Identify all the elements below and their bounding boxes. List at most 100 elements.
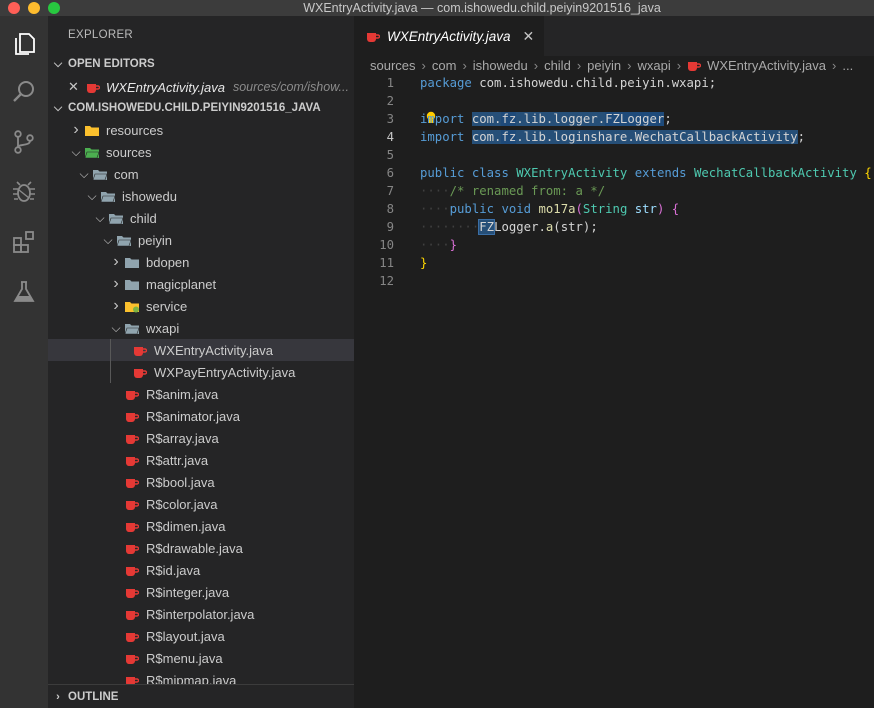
tab-wxentryactivity[interactable]: WXEntryActivity.java ✕ bbox=[354, 16, 544, 56]
files-icon[interactable] bbox=[8, 28, 40, 60]
outline-header[interactable]: › OUTLINE bbox=[48, 684, 354, 708]
breadcrumb-item[interactable]: ishowedu bbox=[473, 58, 528, 73]
source-control-icon[interactable] bbox=[8, 126, 40, 158]
tree-folder-item[interactable]: › resources bbox=[48, 119, 354, 141]
tree-file-item[interactable]: R$id.java bbox=[48, 559, 354, 581]
tree-file-item[interactable]: R$menu.java bbox=[48, 647, 354, 669]
tree-item-label: wxapi bbox=[146, 320, 180, 336]
tree-item-label: resources bbox=[106, 122, 164, 138]
tree-file-item[interactable]: R$animator.java bbox=[48, 405, 354, 427]
testing-icon[interactable] bbox=[8, 276, 40, 308]
chevron-down-icon: ⌵ bbox=[111, 320, 121, 335]
search-icon[interactable] bbox=[8, 76, 40, 108]
open-editors-header[interactable]: ⌵ OPEN EDITORS bbox=[48, 53, 354, 75]
tree-item-label: R$animator.java bbox=[146, 408, 240, 424]
tab-close-icon[interactable]: ✕ bbox=[523, 28, 535, 45]
tree-file-item[interactable]: R$bool.java bbox=[48, 471, 354, 493]
java-file-icon bbox=[124, 453, 140, 467]
line-number: 3 bbox=[386, 112, 394, 126]
line-number: 12 bbox=[379, 274, 394, 288]
code-line: 11} bbox=[354, 254, 874, 272]
code-editor[interactable]: 1 package com.ishowedu.child.peiyin.wxapi… bbox=[354, 74, 874, 290]
title-bar: WXEntryActivity.java — com.ishowedu.chil… bbox=[0, 0, 874, 16]
chevron-right-icon: › bbox=[56, 690, 60, 703]
tab-bar: WXEntryActivity.java ✕ bbox=[354, 16, 874, 56]
tree-file-item[interactable]: R$integer.java bbox=[48, 581, 354, 603]
tree-item-label: R$drawable.java bbox=[146, 540, 243, 556]
tree-folder-item[interactable]: › magicplanet bbox=[48, 273, 354, 295]
breadcrumb-item[interactable]: peiyin bbox=[587, 58, 621, 73]
chevron-right-icon: › bbox=[462, 57, 467, 73]
code-line: 1 package com.ishowedu.child.peiyin.wxapi… bbox=[354, 74, 874, 92]
code-text: ····/* renamed from: a */ bbox=[420, 184, 606, 198]
activity-bar bbox=[0, 16, 48, 708]
tree-file-item[interactable]: R$attr.java bbox=[48, 449, 354, 471]
chevron-down-icon: ⌵ bbox=[103, 232, 113, 247]
java-file-icon bbox=[124, 651, 140, 665]
line-number: 9 bbox=[386, 220, 394, 234]
open-editor-item[interactable]: ✕ WXEntryActivity.java sources/com/ishow… bbox=[48, 76, 354, 98]
tree-file-item[interactable]: R$dimen.java bbox=[48, 515, 354, 537]
java-file-icon bbox=[124, 607, 140, 621]
breadcrumb-item[interactable]: ... bbox=[842, 58, 853, 73]
code-text: } bbox=[420, 256, 428, 270]
tree-file-item[interactable]: WXEntryActivity.java bbox=[48, 339, 354, 361]
breadcrumb-item[interactable]: wxapi bbox=[637, 58, 670, 73]
chevron-down-icon: ⌵ bbox=[71, 144, 81, 159]
line-number: 1 bbox=[386, 76, 394, 90]
tree-folder-item[interactable]: ⌵ sources bbox=[48, 141, 354, 163]
extensions-icon[interactable] bbox=[8, 226, 40, 258]
breadcrumb-item[interactable]: com bbox=[432, 58, 457, 73]
debug-icon[interactable] bbox=[8, 176, 40, 208]
folder-open-icon bbox=[124, 321, 140, 335]
breadcrumb-item[interactable]: sources bbox=[370, 58, 416, 73]
tree-item-label: sources bbox=[106, 144, 152, 160]
folder-open-icon bbox=[116, 233, 132, 247]
tree-folder-item[interactable]: ⌵ wxapi bbox=[48, 317, 354, 339]
java-file-icon bbox=[124, 497, 140, 511]
tree-item-label: R$anim.java bbox=[146, 386, 219, 402]
breadcrumb-item[interactable]: child bbox=[544, 58, 571, 73]
breadcrumb-item[interactable]: WXEntryActivity.java bbox=[707, 58, 826, 73]
project-header[interactable]: ⌵ COM.ISHOWEDU.CHILD.PEIYIN9201516_JAVA bbox=[48, 97, 354, 119]
tree-file-item[interactable]: R$array.java bbox=[48, 427, 354, 449]
code-line: 8 ····public void mo17a(String str) { bbox=[354, 200, 874, 218]
java-file-icon bbox=[366, 30, 380, 43]
tree-file-item[interactable]: R$layout.java bbox=[48, 625, 354, 647]
chevron-right-icon: › bbox=[113, 253, 119, 270]
chevron-down-icon: ⌵ bbox=[53, 57, 63, 70]
tree-item-label: R$dimen.java bbox=[146, 518, 226, 534]
tree-item-label: R$bool.java bbox=[146, 474, 215, 490]
tree-file-item[interactable]: R$interpolator.java bbox=[48, 603, 354, 625]
line-number: 6 bbox=[386, 166, 394, 180]
chevron-down-icon: ⌵ bbox=[53, 101, 63, 114]
close-icon[interactable]: ✕ bbox=[68, 79, 82, 95]
tree-item-label: com bbox=[114, 166, 139, 182]
folder-open-icon bbox=[92, 167, 108, 181]
tree-item-label: R$layout.java bbox=[146, 628, 225, 644]
chevron-down-icon: ⌵ bbox=[87, 188, 97, 203]
code-line: 6 public class WXEntryActivity extends We… bbox=[354, 164, 874, 182]
tree-item-label: service bbox=[146, 298, 188, 314]
tree-folder-item[interactable]: ⌵ com bbox=[48, 163, 354, 185]
code-text: public class WXEntryActivity extends Wec… bbox=[420, 166, 872, 180]
tree-folder-item[interactable]: ⌵ peiyin bbox=[48, 229, 354, 251]
folder-open-icon bbox=[108, 211, 124, 225]
line-number: 11 bbox=[379, 256, 394, 270]
tree-file-item[interactable]: R$anim.java bbox=[48, 383, 354, 405]
tree-item-label: WXPayEntryActivity.java bbox=[154, 364, 296, 380]
code-line: 10 ····} bbox=[354, 236, 874, 254]
tree-file-item[interactable]: R$drawable.java bbox=[48, 537, 354, 559]
tree-file-item[interactable]: WXPayEntryActivity.java bbox=[48, 361, 354, 383]
tree-folder-item[interactable]: › service bbox=[48, 295, 354, 317]
tree-item-label: child bbox=[130, 210, 157, 226]
tree-file-item[interactable]: R$color.java bbox=[48, 493, 354, 515]
java-file-icon bbox=[132, 343, 148, 357]
java-file-icon bbox=[132, 365, 148, 379]
line-number: 2 bbox=[386, 94, 394, 108]
tree-folder-item[interactable]: ⌵ ishowedu bbox=[48, 185, 354, 207]
line-number: 10 bbox=[379, 238, 394, 252]
tree-folder-item[interactable]: ⌵ child bbox=[48, 207, 354, 229]
chevron-down-icon: ⌵ bbox=[79, 166, 89, 181]
tree-folder-item[interactable]: › bdopen bbox=[48, 251, 354, 273]
